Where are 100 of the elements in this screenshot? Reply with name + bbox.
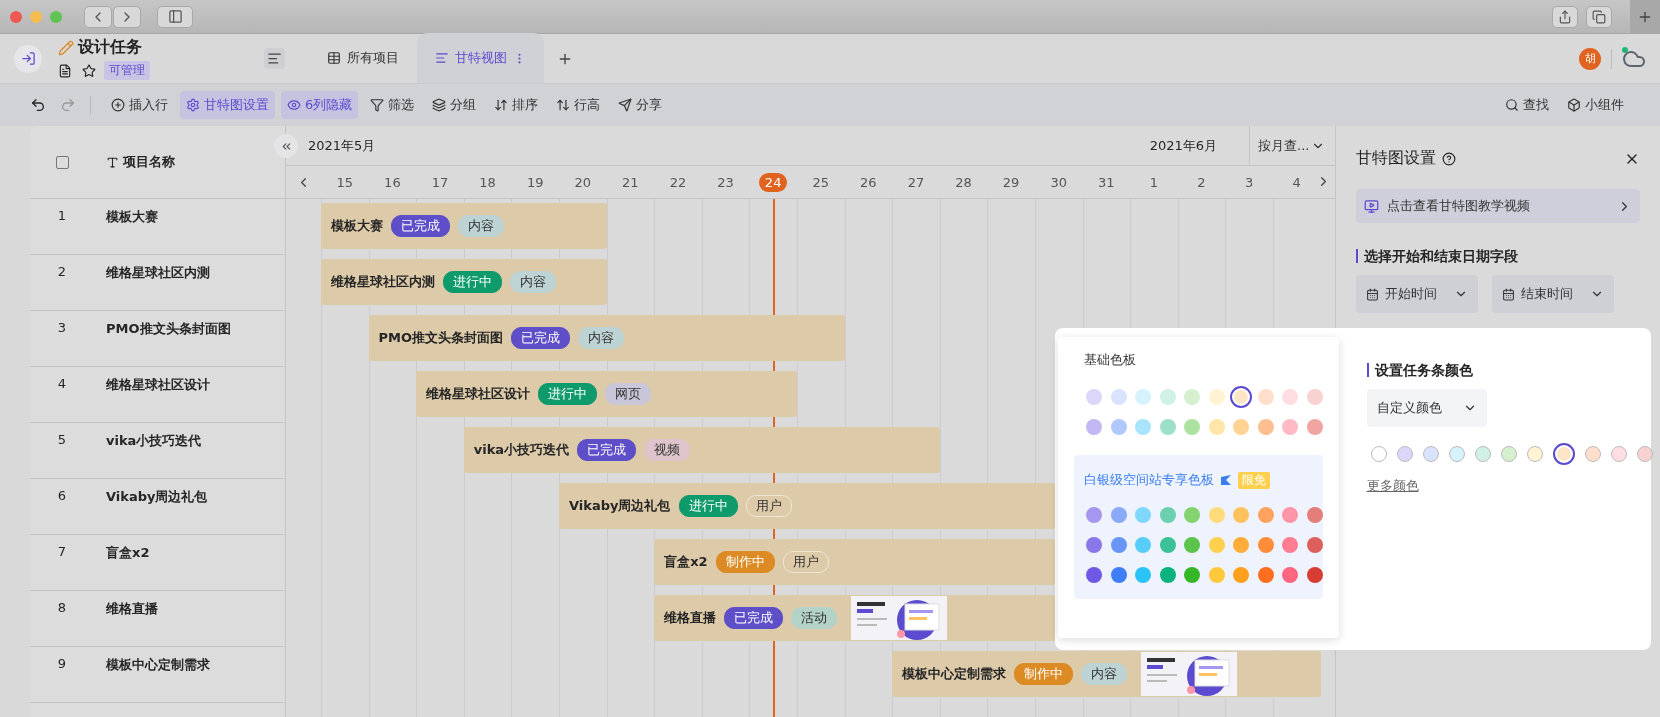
color-swatch[interactable] (1282, 389, 1298, 405)
color-swatch[interactable] (1230, 386, 1252, 408)
outline-button[interactable] (264, 48, 285, 69)
toolbar-button[interactable]: 插入行 (105, 91, 174, 119)
color-swatch[interactable] (1184, 507, 1200, 523)
color-swatch[interactable] (1584, 446, 1601, 462)
select-all-checkbox[interactable] (55, 155, 69, 169)
color-swatch[interactable] (1159, 419, 1176, 435)
toolbar-button[interactable]: 甘特图设置 (180, 91, 275, 119)
end-date-select[interactable]: 结束时间 (1492, 275, 1614, 313)
color-swatch[interactable] (1110, 419, 1127, 435)
forward-button[interactable] (113, 5, 141, 28)
color-swatch[interactable] (1233, 537, 1249, 553)
new-tab-button[interactable] (1630, 0, 1660, 34)
color-swatch[interactable] (1184, 567, 1200, 583)
color-swatch[interactable] (1636, 446, 1653, 462)
color-swatch[interactable] (1257, 567, 1274, 583)
color-swatch[interactable] (1086, 507, 1102, 523)
color-swatch[interactable] (1233, 419, 1249, 435)
view-tab[interactable]: 甘特视图 (417, 33, 544, 83)
color-swatch[interactable] (1448, 446, 1465, 462)
color-swatch[interactable] (1526, 446, 1543, 462)
color-swatch[interactable] (1233, 567, 1249, 583)
task-bar[interactable]: vika小技巧迭代 已完成 视频 (463, 427, 940, 473)
color-swatch[interactable] (1422, 446, 1439, 462)
toolbar-button[interactable]: 分组 (426, 91, 483, 119)
color-swatch[interactable] (1306, 507, 1323, 523)
color-swatch[interactable] (1135, 419, 1151, 435)
color-swatch[interactable] (1282, 567, 1298, 583)
color-swatch[interactable] (1159, 507, 1176, 523)
color-swatch[interactable] (1135, 389, 1151, 405)
toolbar-button[interactable]: 6列隐藏 (281, 91, 359, 119)
sidebar-toggle-button[interactable] (14, 44, 42, 73)
task-bar[interactable]: 模板中心定制需求 制作中 内容 (892, 651, 1321, 697)
color-swatch[interactable] (1159, 389, 1176, 405)
user-avatar[interactable]: 胡 (1579, 47, 1601, 70)
collapse-button[interactable] (274, 134, 298, 158)
color-swatch[interactable] (1474, 446, 1491, 462)
color-swatch[interactable] (1184, 389, 1200, 405)
undo-icon[interactable] (30, 97, 46, 113)
help-icon[interactable] (1442, 151, 1456, 166)
color-swatch[interactable] (1396, 446, 1413, 462)
color-swatch[interactable] (1135, 507, 1151, 523)
color-swatch[interactable] (1208, 567, 1225, 583)
toolbar-button[interactable]: 分享 (612, 91, 669, 119)
color-swatch[interactable] (1159, 537, 1176, 553)
color-swatch[interactable] (1184, 537, 1200, 553)
color-swatch[interactable] (1159, 567, 1176, 583)
color-swatch[interactable] (1208, 537, 1225, 553)
redo-icon[interactable] (60, 97, 76, 113)
color-swatch[interactable] (1184, 419, 1200, 435)
task-bar[interactable]: 模板大赛 已完成 内容 (321, 203, 607, 249)
color-swatch[interactable] (1110, 537, 1127, 553)
color-swatch[interactable] (1110, 507, 1127, 523)
color-swatch[interactable] (1208, 507, 1225, 523)
color-swatch[interactable] (1306, 567, 1323, 583)
start-date-select[interactable]: 开始时间 (1356, 275, 1478, 313)
color-swatch[interactable] (1257, 537, 1274, 553)
color-mode-select[interactable]: 自定义颜色 (1366, 389, 1487, 427)
toolbar-button[interactable]: 排序 (488, 91, 545, 119)
color-swatch[interactable] (1086, 537, 1102, 553)
video-tutorial-link[interactable]: 点击查看甘特图教学视频 (1356, 189, 1640, 223)
share-button[interactable] (1552, 5, 1578, 28)
color-swatch[interactable] (1500, 446, 1517, 462)
color-swatch[interactable] (1552, 443, 1575, 465)
color-swatch[interactable] (1086, 419, 1102, 435)
color-swatch[interactable] (1086, 389, 1102, 405)
toolbar-button[interactable]: 行高 (550, 91, 607, 119)
color-swatch[interactable] (1257, 419, 1274, 435)
color-swatch[interactable] (1135, 567, 1151, 583)
color-swatch[interactable] (1306, 537, 1323, 553)
color-swatch[interactable] (1610, 446, 1627, 462)
sidebar-button[interactable] (157, 5, 193, 28)
tabs-button[interactable] (1586, 5, 1612, 28)
color-swatch[interactable] (1306, 419, 1323, 435)
view-tab[interactable]: 所有项目 (309, 33, 417, 83)
toolbar-button[interactable]: 小组件 (1561, 91, 1630, 119)
color-swatch[interactable] (1208, 389, 1225, 405)
star-icon[interactable] (82, 63, 96, 78)
color-swatch[interactable] (1110, 567, 1127, 583)
minimize-window-button[interactable] (30, 10, 42, 23)
color-swatch[interactable] (1282, 507, 1298, 523)
color-swatch[interactable] (1257, 507, 1274, 523)
task-bar[interactable]: 维格星球社区设计 进行中 网页 (416, 371, 797, 417)
zoom-window-button[interactable] (50, 10, 62, 23)
back-button[interactable] (84, 5, 112, 28)
color-swatch[interactable] (1306, 389, 1323, 405)
color-swatch[interactable] (1370, 446, 1387, 462)
close-window-button[interactable] (10, 10, 22, 23)
color-swatch[interactable] (1282, 537, 1298, 553)
color-swatch[interactable] (1282, 419, 1298, 435)
description-icon[interactable] (58, 63, 72, 78)
more-colors-link[interactable]: 更多颜色 (1366, 477, 1653, 495)
task-bar[interactable]: PMO推文头条封面图 已完成 内容 (368, 315, 845, 361)
task-bar[interactable]: 维格星球社区内测 进行中 内容 (321, 259, 607, 305)
color-swatch[interactable] (1135, 537, 1151, 553)
color-swatch[interactable] (1110, 389, 1127, 405)
color-swatch[interactable] (1086, 567, 1102, 583)
toolbar-button[interactable]: 查找 (1499, 91, 1555, 119)
toolbar-button[interactable]: 筛选 (364, 91, 421, 119)
